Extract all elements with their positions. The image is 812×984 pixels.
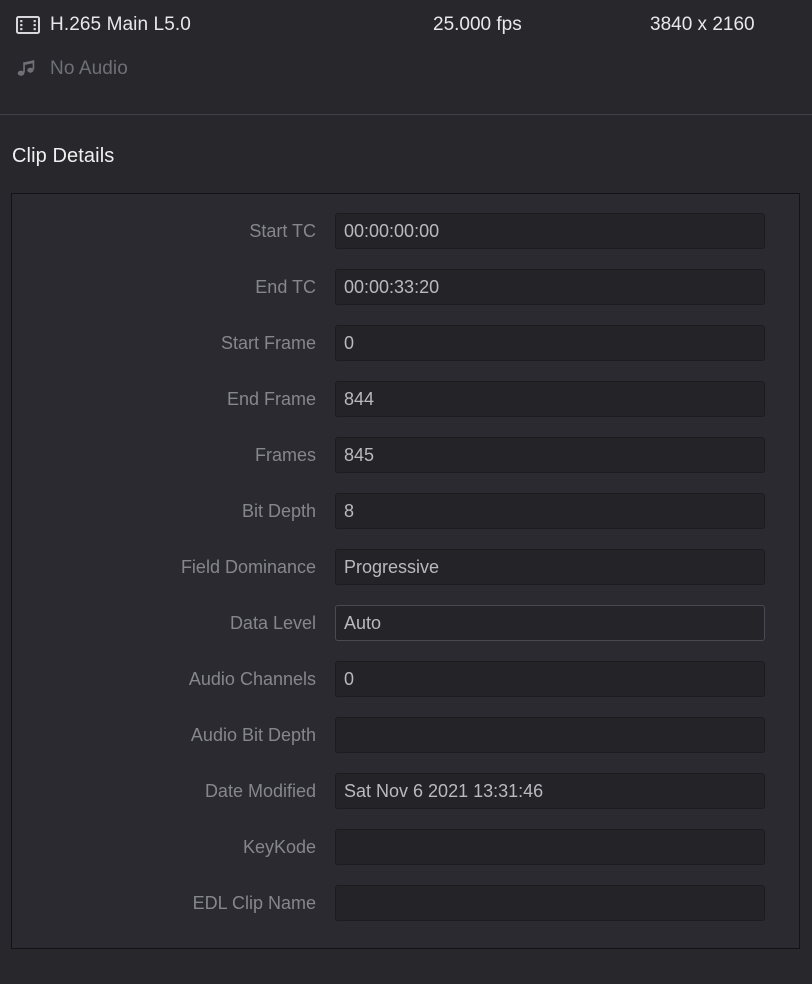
- film-strip-icon: [16, 16, 50, 34]
- media-summary-header: H.265 Main L5.0 25.000 fps 3840 x 2160 N…: [0, 0, 812, 114]
- detail-label-audio-bit-depth: Audio Bit Depth: [190, 724, 316, 745]
- detail-label-start-frame: Start Frame: [220, 332, 316, 353]
- detail-label-frames: Frames: [254, 444, 316, 465]
- detail-row-field-dominance: Field Dominance Progressive: [12, 549, 799, 585]
- detail-field-end-frame[interactable]: 844: [335, 381, 765, 417]
- detail-label-audio-channels: Audio Channels: [188, 668, 316, 689]
- detail-field-keykode[interactable]: [335, 829, 765, 865]
- detail-label-field-dominance: Field Dominance: [180, 556, 316, 577]
- detail-field-frames[interactable]: 845: [335, 437, 765, 473]
- detail-field-start-tc[interactable]: 00:00:00:00: [335, 213, 765, 249]
- video-framerate-label: 25.000 fps: [433, 14, 522, 35]
- detail-field-field-dominance[interactable]: Progressive: [335, 549, 765, 585]
- detail-label-end-tc: End TC: [255, 276, 316, 297]
- detail-field-end-tc[interactable]: 00:00:33:20: [335, 269, 765, 305]
- detail-label-keykode: KeyKode: [242, 836, 316, 857]
- detail-label-edl-clip-name: EDL Clip Name: [192, 892, 316, 913]
- detail-row-audio-channels: Audio Channels 0: [12, 661, 799, 697]
- detail-row-start-frame: Start Frame 0: [12, 325, 799, 361]
- detail-row-end-frame: End Frame 844: [12, 381, 799, 417]
- video-codec-label: H.265 Main L5.0: [50, 14, 191, 35]
- detail-row-bit-depth: Bit Depth 8: [12, 493, 799, 529]
- detail-field-data-level[interactable]: Auto: [335, 605, 765, 641]
- audio-stream-row: No Audio: [0, 46, 812, 92]
- detail-row-frames: Frames 845: [12, 437, 799, 473]
- detail-label-bit-depth: Bit Depth: [241, 500, 316, 521]
- detail-field-start-frame[interactable]: 0: [335, 325, 765, 361]
- detail-field-bit-depth[interactable]: 8: [335, 493, 765, 529]
- video-stream-row: H.265 Main L5.0 25.000 fps 3840 x 2160: [0, 0, 812, 46]
- clip-details-panel: Start TC 00:00:00:00 End TC 00:00:33:20 Star…: [11, 193, 800, 949]
- detail-label-data-level: Data Level: [229, 612, 316, 633]
- detail-label-date-modified: Date Modified: [204, 780, 316, 801]
- detail-field-date-modified[interactable]: Sat Nov 6 2021 13:31:46: [335, 773, 765, 809]
- detail-field-audio-bit-depth[interactable]: [335, 717, 765, 753]
- music-note-icon: [16, 58, 50, 80]
- detail-label-end-frame: End Frame: [226, 388, 316, 409]
- audio-status-label: No Audio: [50, 58, 128, 79]
- detail-field-audio-channels[interactable]: 0: [335, 661, 765, 697]
- page-title: Clip Details: [12, 145, 115, 167]
- detail-row-data-level: Data Level Auto: [12, 605, 799, 641]
- detail-row-audio-bit-depth: Audio Bit Depth: [12, 717, 799, 753]
- detail-row-keykode: KeyKode: [12, 829, 799, 865]
- detail-label-start-tc: Start TC: [249, 220, 316, 241]
- detail-row-date-modified: Date Modified Sat Nov 6 2021 13:31:46: [12, 773, 799, 809]
- video-resolution-label: 3840 x 2160: [650, 14, 755, 35]
- detail-row-start-tc: Start TC 00:00:00:00: [12, 213, 799, 249]
- detail-field-edl-clip-name[interactable]: [335, 885, 765, 921]
- detail-row-edl-clip-name: EDL Clip Name: [12, 885, 799, 921]
- detail-row-end-tc: End TC 00:00:33:20: [12, 269, 799, 305]
